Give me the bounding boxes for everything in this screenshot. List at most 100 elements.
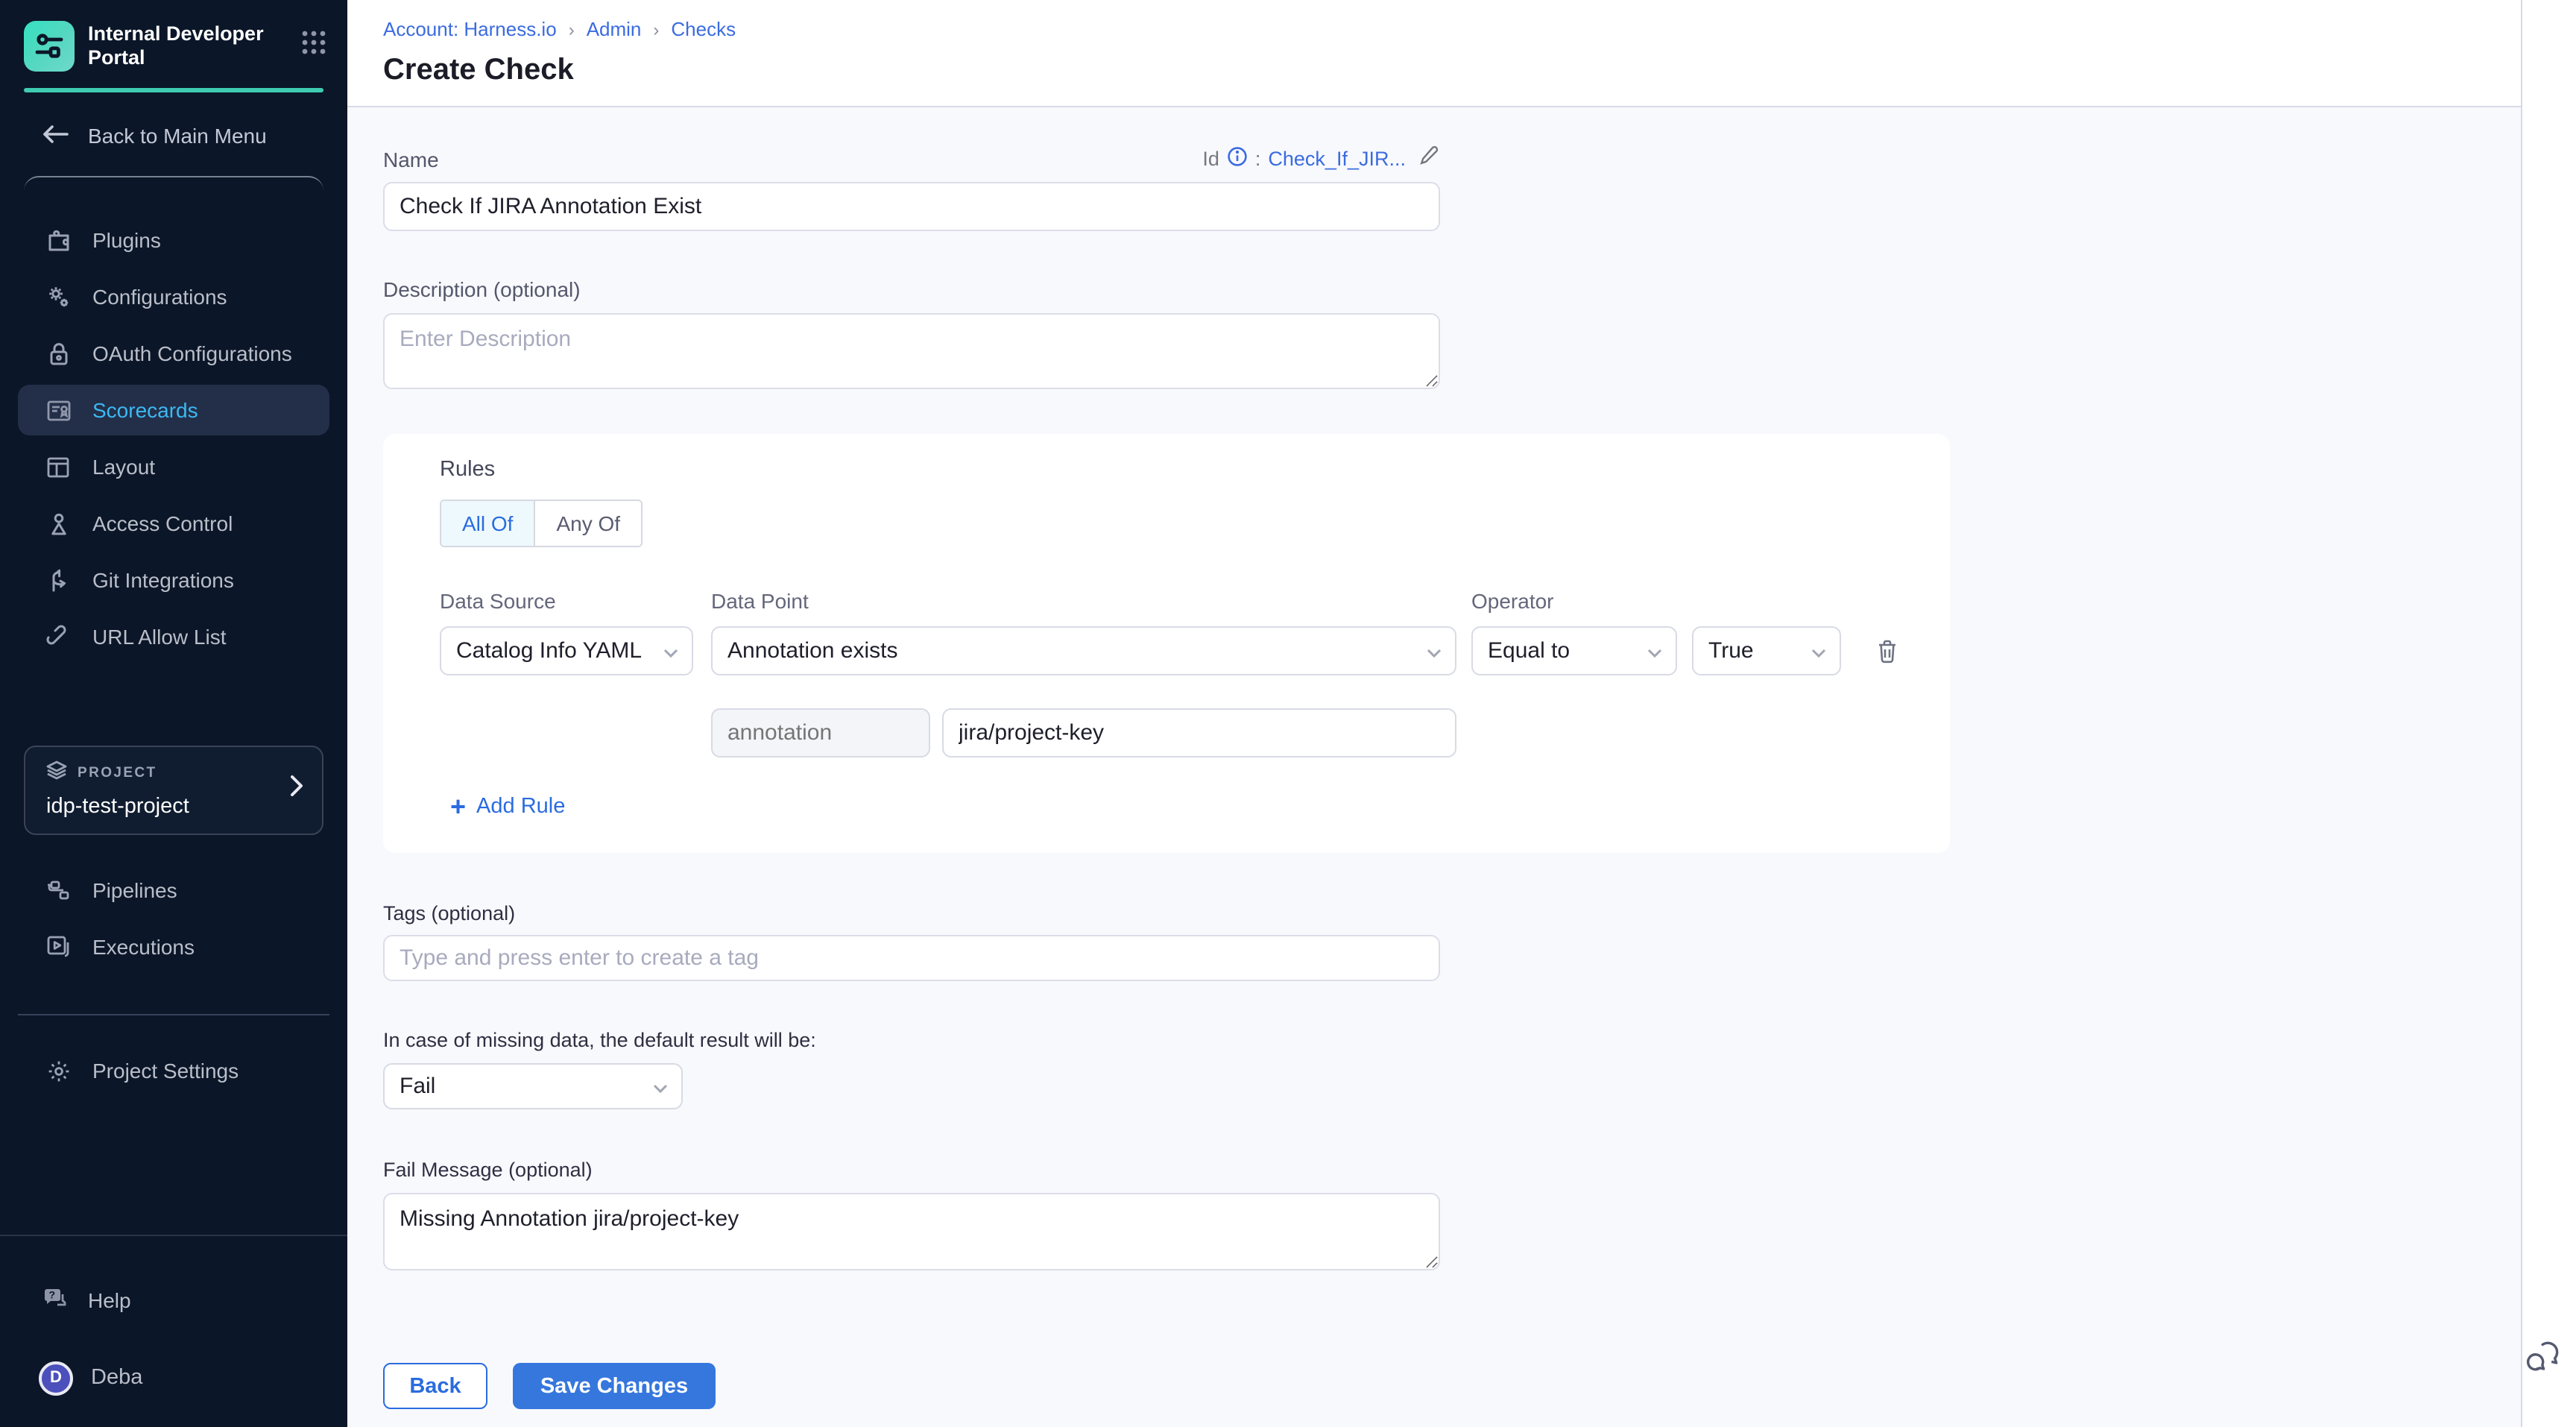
admin-nav: Plugins Configurations (0, 209, 347, 668)
idp-logo-icon (24, 21, 75, 72)
back-button[interactable]: Back (383, 1363, 487, 1409)
data-point-label: Data Point (711, 589, 1471, 613)
sidebar-item-label: Pipelines (92, 878, 177, 902)
right-gutter (2521, 0, 2576, 1427)
configurations-icon (45, 283, 72, 310)
name-input[interactable] (383, 182, 1440, 231)
help-chat-icon: ? (42, 1285, 69, 1315)
plugins-icon (45, 227, 72, 253)
chevron-down-icon (1811, 638, 1826, 664)
breadcrumb-admin[interactable]: Admin (587, 18, 642, 40)
fail-message-label: Fail Message (optional) (383, 1159, 2576, 1181)
sidebar-item-label: Plugins (92, 228, 161, 252)
breadcrumb-account[interactable]: Account: Harness.io (383, 18, 557, 40)
id-colon: : (1255, 147, 1261, 169)
pipelines-icon (45, 877, 72, 904)
back-to-main-menu[interactable]: Back to Main Menu (0, 113, 347, 158)
fail-message-textarea[interactable]: Missing Annotation jira/project-key (383, 1193, 1440, 1270)
chevron-down-icon (1647, 638, 1662, 664)
description-label: Description (optional) (383, 277, 2576, 301)
operator-value: Equal to (1488, 638, 1570, 664)
sidebar-item-label: Access Control (92, 511, 233, 535)
rules-mode-toggle: All Of Any Of (440, 500, 643, 547)
plus-icon: + (450, 796, 466, 817)
breadcrumb-checks[interactable]: Checks (671, 18, 736, 40)
sidebar-item-label: OAuth Configurations (92, 341, 292, 365)
page-header: Account: Harness.io › Admin › Checks Cre… (347, 0, 2576, 106)
chat-bubbles-icon[interactable] (2524, 1341, 2564, 1385)
check-id-value[interactable]: Check_If_JIR... (1268, 147, 1406, 169)
sidebar-item-plugins[interactable]: Plugins (18, 215, 329, 265)
header-divider (347, 106, 2521, 107)
breadcrumb-separator: › (653, 19, 659, 40)
any-of-button[interactable]: Any Of (535, 501, 641, 546)
tags-label: Tags (optional) (383, 902, 2576, 924)
back-to-main-menu-label: Back to Main Menu (88, 124, 267, 148)
sidebar-item-configurations[interactable]: Configurations (18, 271, 329, 322)
project-name: idp-test-project (46, 795, 289, 819)
user-menu[interactable]: D Deba (0, 1355, 347, 1400)
sidebar-item-executions[interactable]: Executions (18, 922, 329, 972)
missing-data-label: In case of missing data, the default res… (383, 1029, 2576, 1051)
chevron-down-icon (653, 1074, 668, 1099)
operator-label: Operator (1471, 589, 1554, 613)
help-button[interactable]: ? Help (0, 1278, 347, 1323)
sidebar-divider (18, 1014, 329, 1015)
sidebar-item-url-allow-list[interactable]: URL Allow List (18, 611, 329, 662)
data-point-select[interactable]: Annotation exists (711, 626, 1456, 675)
app-title: Internal Developer Portal (88, 22, 285, 70)
chevron-right-icon (289, 774, 304, 805)
project-selector[interactable]: PROJECT idp-test-project (24, 746, 323, 835)
missing-data-value: Fail (400, 1074, 435, 1099)
sidebar-item-pipelines[interactable]: Pipelines (18, 865, 329, 916)
grid-dots-icon[interactable] (301, 30, 326, 63)
sidebar-item-project-settings[interactable]: Project Settings (18, 1045, 329, 1096)
sidebar-item-label: Scorecards (92, 398, 198, 422)
sidebar: Internal Developer Portal Back to Main M… (0, 0, 347, 1427)
tags-input[interactable] (383, 935, 1440, 981)
annotation-value-input[interactable] (942, 708, 1456, 757)
avatar: D (39, 1361, 73, 1395)
user-name: Deba (91, 1366, 142, 1390)
logo-row: Internal Developer Portal (0, 0, 347, 72)
operand-select[interactable]: True (1692, 626, 1841, 675)
operand-value: True (1708, 638, 1754, 664)
project-nav: Pipelines Executions (0, 859, 347, 978)
scorecards-icon (45, 397, 72, 423)
breadcrumb-separator: › (569, 19, 575, 40)
project-settings-gear-icon (45, 1057, 72, 1084)
sidebar-item-label: URL Allow List (92, 625, 227, 649)
sidebar-item-git-integrations[interactable]: Git Integrations (18, 555, 329, 605)
project-label: PROJECT (78, 764, 157, 781)
data-source-select[interactable]: Catalog Info YAML (440, 626, 693, 675)
rules-card: Rules All Of Any Of Data Source Data Poi… (383, 434, 1950, 853)
sidebar-item-scorecards[interactable]: Scorecards (18, 385, 329, 435)
add-rule-button[interactable]: + Add Rule (450, 795, 565, 819)
access-control-icon (45, 510, 72, 537)
info-icon[interactable] (1227, 145, 1248, 171)
annotation-key-input[interactable] (711, 708, 930, 757)
sidebar-item-oauth-configurations[interactable]: OAuth Configurations (18, 328, 329, 379)
layers-icon (46, 760, 67, 784)
help-label: Help (88, 1288, 131, 1312)
sidebar-item-access-control[interactable]: Access Control (18, 498, 329, 549)
chevron-down-icon (1427, 638, 1442, 664)
missing-data-select[interactable]: Fail (383, 1063, 683, 1109)
description-textarea[interactable] (383, 313, 1440, 389)
sidebar-item-label: Project Settings (92, 1059, 239, 1083)
save-changes-button[interactable]: Save Changes (513, 1363, 716, 1409)
layout-icon (45, 453, 72, 480)
add-rule-label: Add Rule (476, 795, 565, 819)
edit-pencil-icon[interactable] (1418, 145, 1440, 171)
name-label: Name (383, 148, 439, 171)
trash-icon[interactable] (1875, 637, 1899, 664)
create-check-form: Name Id : Check_If_JIR... (347, 106, 2576, 1409)
sidebar-divider (24, 176, 323, 191)
all-of-button[interactable]: All Of (441, 501, 535, 546)
operator-select[interactable]: Equal to (1471, 626, 1677, 675)
sidebar-item-layout[interactable]: Layout (18, 441, 329, 492)
breadcrumb: Account: Harness.io › Admin › Checks (383, 18, 2576, 40)
id-label: Id (1202, 147, 1219, 169)
sidebar-item-label: Executions (92, 935, 195, 959)
svg-text:?: ? (49, 1288, 56, 1300)
